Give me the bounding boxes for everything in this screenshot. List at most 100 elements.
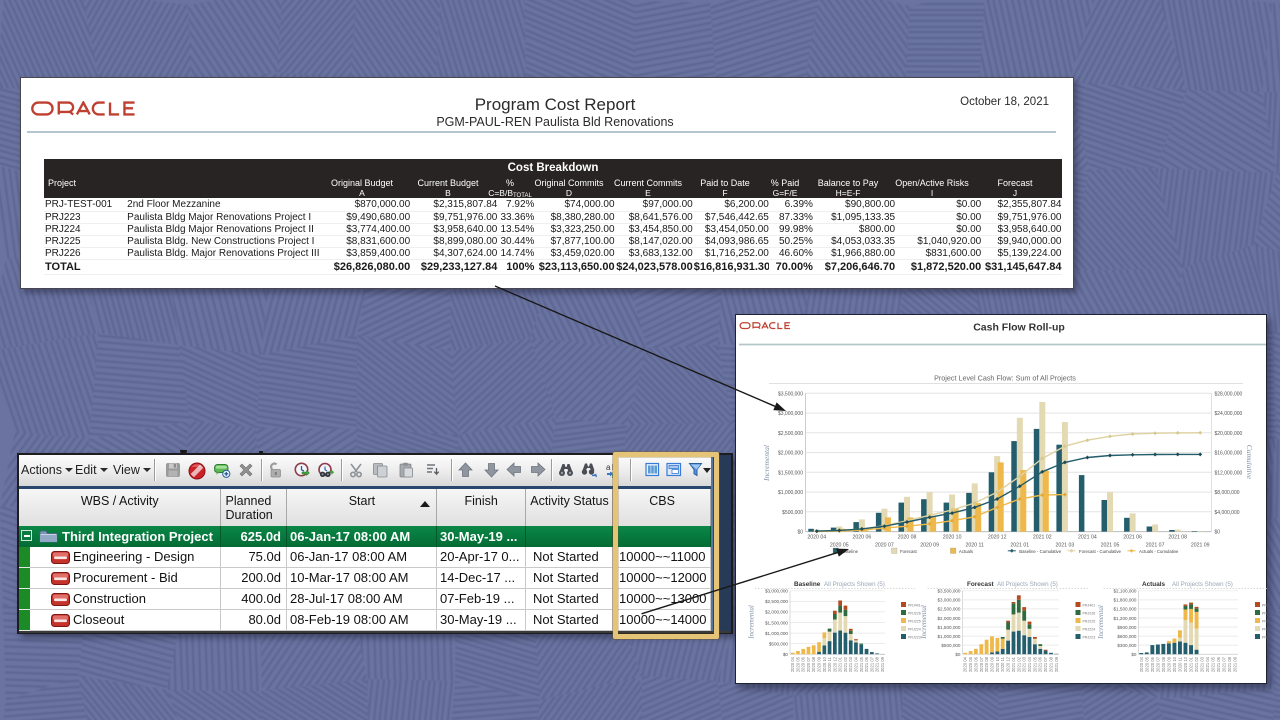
svg-text:2021 02: 2021 02: [1016, 656, 1021, 672]
svg-text:Forecast: Forecast: [967, 581, 995, 588]
svg-text:2021 04: 2021 04: [1027, 656, 1032, 672]
svg-text:$3,500,000: $3,500,000: [778, 391, 803, 397]
svg-text:All Projects Shown (5): All Projects Shown (5): [1172, 581, 1233, 588]
svg-text:2021 09: 2021 09: [880, 656, 885, 672]
svg-text:2020 04: 2020 04: [963, 656, 968, 672]
svg-text:All Projects Shown (5): All Projects Shown (5): [824, 581, 885, 588]
svg-text:$2,000,000: $2,000,000: [765, 610, 788, 615]
svg-text:$2,000,000: $2,000,000: [938, 616, 961, 621]
svg-text:2020 09: 2020 09: [817, 656, 822, 672]
svg-text:$2,500,000: $2,500,000: [765, 599, 788, 604]
svg-text:$24,000,000: $24,000,000: [1215, 411, 1243, 417]
svg-text:PRJ223: PRJ223: [908, 635, 921, 639]
svg-text:$1,000,000: $1,000,000: [778, 490, 803, 496]
svg-text:2021 02: 2021 02: [843, 656, 848, 672]
svg-text:2021 06: 2021 06: [864, 656, 869, 672]
svg-text:$3,000,000: $3,000,000: [938, 598, 961, 603]
svg-text:Actuals: Actuals: [959, 549, 973, 554]
svg-text:2021 04: 2021 04: [854, 656, 859, 672]
svg-text:2021 01: 2021 01: [1011, 656, 1016, 672]
svg-text:$20,000,000: $20,000,000: [1215, 431, 1243, 437]
svg-text:Baseline: Baseline: [794, 581, 821, 588]
svg-text:2020 05: 2020 05: [795, 656, 800, 672]
svg-text:Forecast: Forecast: [900, 549, 918, 554]
svg-text:$300,000: $300,000: [1117, 643, 1137, 648]
svg-text:2021 01: 2021 01: [838, 656, 843, 672]
svg-text:2021 08: 2021 08: [1049, 656, 1054, 672]
svg-text:PRJ225: PRJ225: [908, 619, 921, 623]
svg-text:$1,800,000: $1,800,000: [1114, 598, 1137, 603]
svg-text:Cumulative: Cumulative: [1245, 445, 1254, 480]
svg-text:PRJ223: PRJ223: [1083, 635, 1096, 639]
svg-text:2021 03: 2021 03: [848, 656, 853, 672]
svg-text:$1,200,000: $1,200,000: [1114, 616, 1137, 621]
svg-text:2020 05: 2020 05: [968, 656, 973, 672]
svg-text:$2,500,000: $2,500,000: [938, 607, 961, 612]
svg-text:PRJ226: PRJ226: [1083, 611, 1096, 615]
svg-text:PRJ224: PRJ224: [908, 627, 921, 631]
svg-text:PRJ225: PRJ225: [1083, 619, 1096, 623]
svg-text:$1,000,000: $1,000,000: [938, 634, 961, 639]
svg-text:2020 10: 2020 10: [822, 656, 827, 672]
svg-text:2021 08: 2021 08: [1168, 535, 1187, 541]
svg-text:2020 10: 2020 10: [995, 656, 1000, 672]
svg-text:Forecast - Cumulative: Forecast - Cumulative: [1079, 549, 1122, 554]
svg-text:$28,000,000: $28,000,000: [1215, 391, 1243, 397]
svg-text:2021 07: 2021 07: [1146, 543, 1165, 549]
svg-text:$2,500,000: $2,500,000: [778, 431, 803, 437]
svg-text:Cash Flow Roll-up: Cash Flow Roll-up: [973, 322, 1065, 334]
svg-text:2020 12: 2020 12: [1006, 656, 1011, 672]
svg-text:$1,500,000: $1,500,000: [778, 470, 803, 476]
svg-text:2020 11: 2020 11: [827, 656, 832, 671]
svg-text:$3,500,000: $3,500,000: [938, 589, 961, 594]
svg-text:$2,100,000: $2,100,000: [1114, 589, 1137, 594]
svg-text:2020 09: 2020 09: [920, 543, 939, 549]
svg-text:2020 12: 2020 12: [988, 535, 1007, 541]
svg-text:$600,000: $600,000: [1117, 634, 1137, 639]
svg-text:$1,000,000: $1,000,000: [765, 631, 788, 636]
svg-text:2020 06: 2020 06: [801, 656, 806, 672]
svg-text:Actuals - Cumulative: Actuals - Cumulative: [1139, 549, 1179, 554]
svg-text:2020 10: 2020 10: [943, 535, 962, 541]
svg-text:$12,000,000: $12,000,000: [1215, 470, 1243, 476]
svg-text:2021 03: 2021 03: [1022, 656, 1027, 672]
svg-text:$500,000: $500,000: [782, 510, 803, 516]
svg-text:Incremental: Incremental: [762, 445, 771, 482]
svg-text:2021 05: 2021 05: [1101, 543, 1120, 549]
svg-text:$0: $0: [783, 652, 789, 657]
svg-text:2020 06: 2020 06: [853, 535, 872, 541]
svg-text:PRJ224: PRJ224: [1083, 627, 1096, 631]
svg-text:$900,000: $900,000: [1117, 625, 1137, 630]
svg-text:2021 07: 2021 07: [869, 656, 874, 672]
svg-text:2020 08: 2020 08: [811, 656, 816, 672]
svg-text:2021 06: 2021 06: [1038, 656, 1043, 672]
svg-text:2020 07: 2020 07: [979, 656, 984, 672]
svg-text:2020 11: 2020 11: [1000, 656, 1005, 671]
svg-text:$8,000,000: $8,000,000: [1215, 490, 1240, 496]
svg-text:2021 07: 2021 07: [1043, 656, 1048, 672]
svg-text:PRJ401: PRJ401: [908, 603, 921, 607]
svg-text:2020 06: 2020 06: [973, 656, 978, 672]
svg-text:2020 08: 2020 08: [984, 656, 989, 672]
svg-text:2020 08: 2020 08: [898, 535, 917, 541]
svg-text:2020 04: 2020 04: [807, 535, 826, 541]
svg-text:2020 05: 2020 05: [830, 543, 849, 549]
svg-text:$0: $0: [1215, 530, 1221, 536]
svg-text:PRJ226: PRJ226: [908, 611, 921, 615]
svg-text:Project Level Cash Flow: Sum o: Project Level Cash Flow: Sum of All Proj…: [934, 374, 1076, 383]
svg-text:$16,000,000: $16,000,000: [1215, 451, 1243, 457]
svg-text:Baseline: Baseline: [842, 549, 859, 554]
svg-text:2020 11: 2020 11: [966, 543, 984, 549]
svg-text:$0: $0: [797, 530, 803, 536]
svg-text:Actuals: Actuals: [1142, 581, 1166, 588]
svg-text:$0: $0: [1131, 652, 1137, 657]
svg-text:Incremental: Incremental: [748, 605, 756, 640]
svg-text:$2,000,000: $2,000,000: [778, 451, 803, 457]
svg-text:2021 01: 2021 01: [1010, 543, 1029, 549]
svg-text:$0: $0: [955, 652, 961, 657]
svg-text:$500,000: $500,000: [769, 641, 789, 646]
svg-text:$4,000,000: $4,000,000: [1215, 510, 1240, 516]
svg-text:2021 09: 2021 09: [1054, 656, 1059, 672]
svg-text:Incremental: Incremental: [1097, 605, 1105, 640]
svg-text:2021 06: 2021 06: [1123, 535, 1142, 541]
